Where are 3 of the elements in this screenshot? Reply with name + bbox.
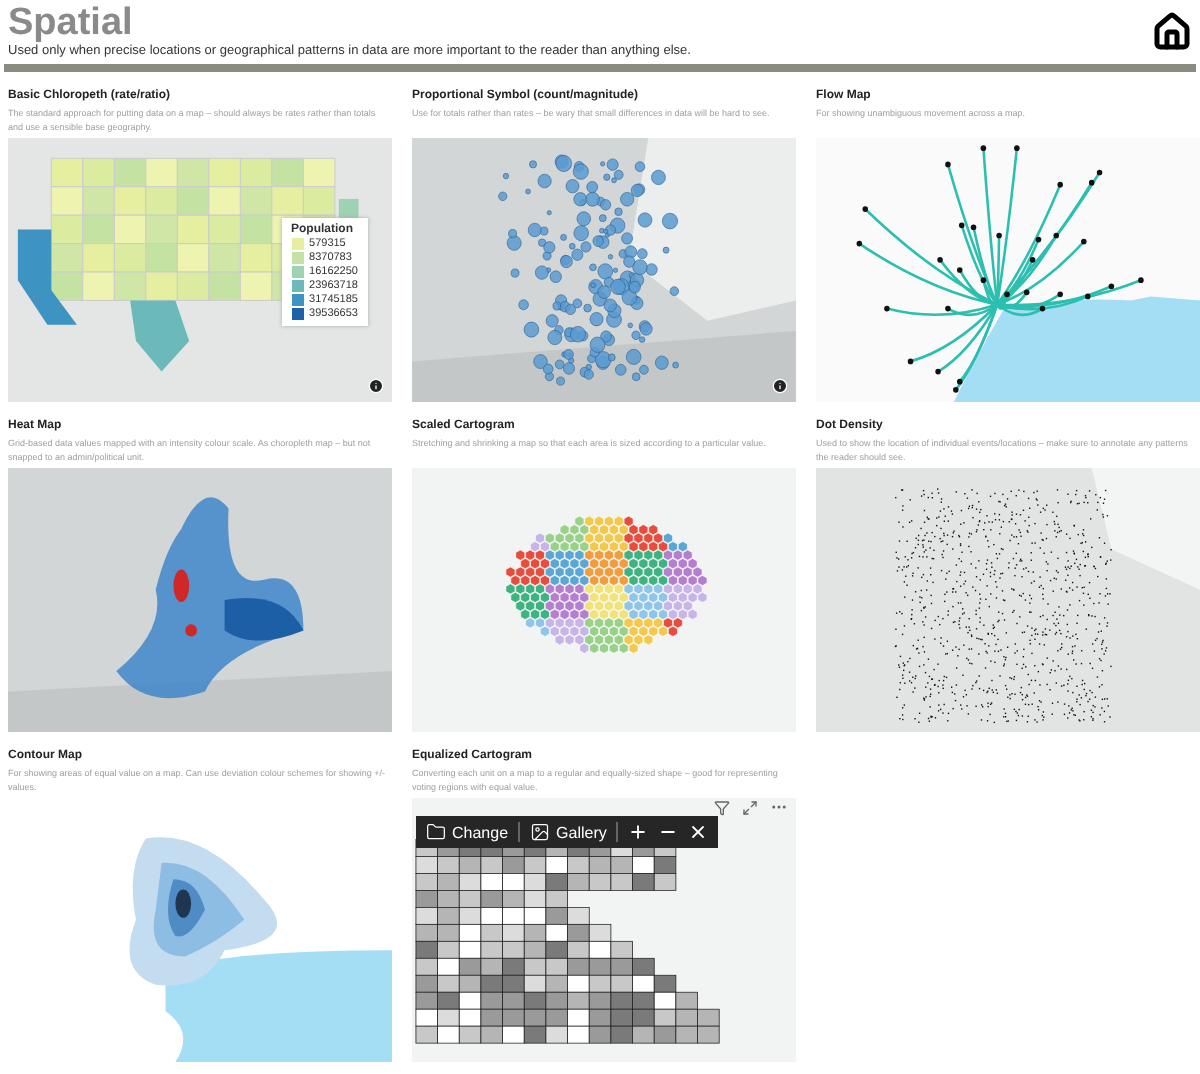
gallery-button[interactable]: Gallery [530,822,607,842]
page-title: Spatial [8,4,135,44]
change-button[interactable]: Change [426,822,509,842]
